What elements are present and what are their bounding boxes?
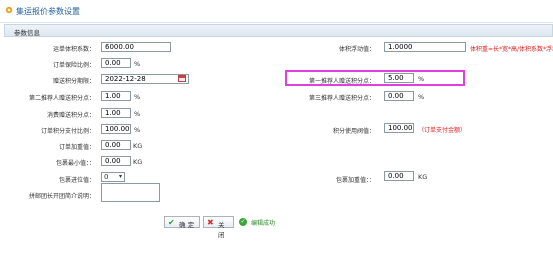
panel-header: 参数信息 xyxy=(4,24,553,37)
volume-coef-input[interactable] xyxy=(101,42,171,52)
package-carry-value: 0 xyxy=(104,173,109,181)
free-ship-desc-label: 拼邮团长开团简介说明： xyxy=(28,193,95,200)
kg-unit: KG xyxy=(418,173,428,181)
volume-coef-label: 运单体积系数： xyxy=(52,46,95,53)
percent-unit: % xyxy=(418,75,425,83)
package-min-input[interactable] xyxy=(101,156,131,166)
order-points-pay-label: 订单积分支付比例： xyxy=(40,128,95,135)
order-insurance-input[interactable] xyxy=(101,58,131,68)
percent-unit: % xyxy=(134,126,141,134)
consume-points-label: 消费赠送积分点： xyxy=(46,112,95,119)
status-message: 编辑成功 xyxy=(251,220,276,227)
points-threshold-hint: （订单支付金额） xyxy=(418,127,467,134)
points-threshold-input[interactable] xyxy=(384,123,414,133)
settings-icon xyxy=(5,6,13,14)
kg-unit: KG xyxy=(133,158,143,166)
order-add-weight-input[interactable] xyxy=(101,140,131,150)
chevron-down-icon: ▾ xyxy=(118,173,122,180)
page-title: 集运报价参数设置 xyxy=(16,7,80,16)
third-referrer-input[interactable] xyxy=(384,91,414,101)
volume-formula-hint: 体积重=长*宽*高/体积系数*浮动 xyxy=(470,46,553,53)
points-threshold-label: 积分使用阀值： xyxy=(332,128,375,135)
package-carry-label: 包裹进位值： xyxy=(58,177,95,184)
first-referrer-input[interactable] xyxy=(384,73,414,83)
percent-unit: % xyxy=(418,93,425,101)
package-min-label: 包裹最小值：： xyxy=(55,160,95,167)
success-icon: ✓ xyxy=(239,218,247,226)
volume-float-input[interactable] xyxy=(384,42,466,52)
close-button[interactable]: ✖ 关 闭 xyxy=(203,216,234,239)
package-carry-select[interactable]: 0 ▾ xyxy=(101,172,125,182)
percent-unit: % xyxy=(134,93,141,101)
volume-float-label: 体积浮动值： xyxy=(338,46,375,53)
order-insurance-label: 订单保险比例： xyxy=(52,62,95,69)
gift-points-date-input[interactable] xyxy=(101,74,189,84)
close-icon: ✖ xyxy=(207,218,214,227)
first-referrer-label: 第一推荐人赠送积分点： xyxy=(308,78,375,85)
order-points-pay-input[interactable] xyxy=(101,124,131,134)
percent-unit: % xyxy=(134,60,141,68)
title-bar: 集运报价参数设置 xyxy=(0,0,553,23)
free-ship-desc-textarea[interactable] xyxy=(101,183,160,202)
second-referrer-input[interactable] xyxy=(101,91,131,101)
calendar-icon[interactable] xyxy=(178,75,186,82)
panel-title: 参数信息 xyxy=(14,29,40,37)
third-referrer-label: 第三推荐人赠送积分点： xyxy=(308,95,375,102)
second-referrer-label: 第二推荐人赠送积分点： xyxy=(28,95,95,102)
percent-unit: % xyxy=(134,110,141,118)
confirm-button[interactable]: ✔ 确 定 xyxy=(164,216,200,229)
kg-unit: KG xyxy=(133,142,143,150)
package-add-weight-label: 包裹加重值：： xyxy=(335,177,375,184)
package-add-weight-input[interactable] xyxy=(384,171,414,181)
gift-points-date-label: 赠送积分期限： xyxy=(52,78,95,85)
check-icon: ✔ xyxy=(168,218,175,227)
order-add-weight-label: 订单加重值： xyxy=(58,144,95,151)
consume-points-input[interactable] xyxy=(101,108,131,118)
